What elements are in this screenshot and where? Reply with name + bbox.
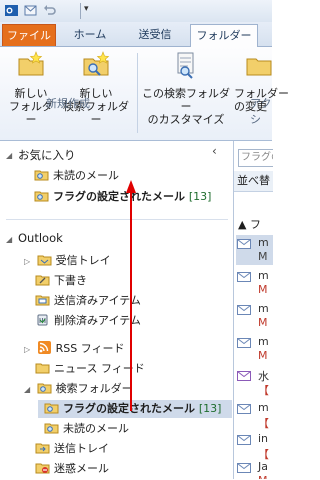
annotation-arrow [126,180,136,411]
